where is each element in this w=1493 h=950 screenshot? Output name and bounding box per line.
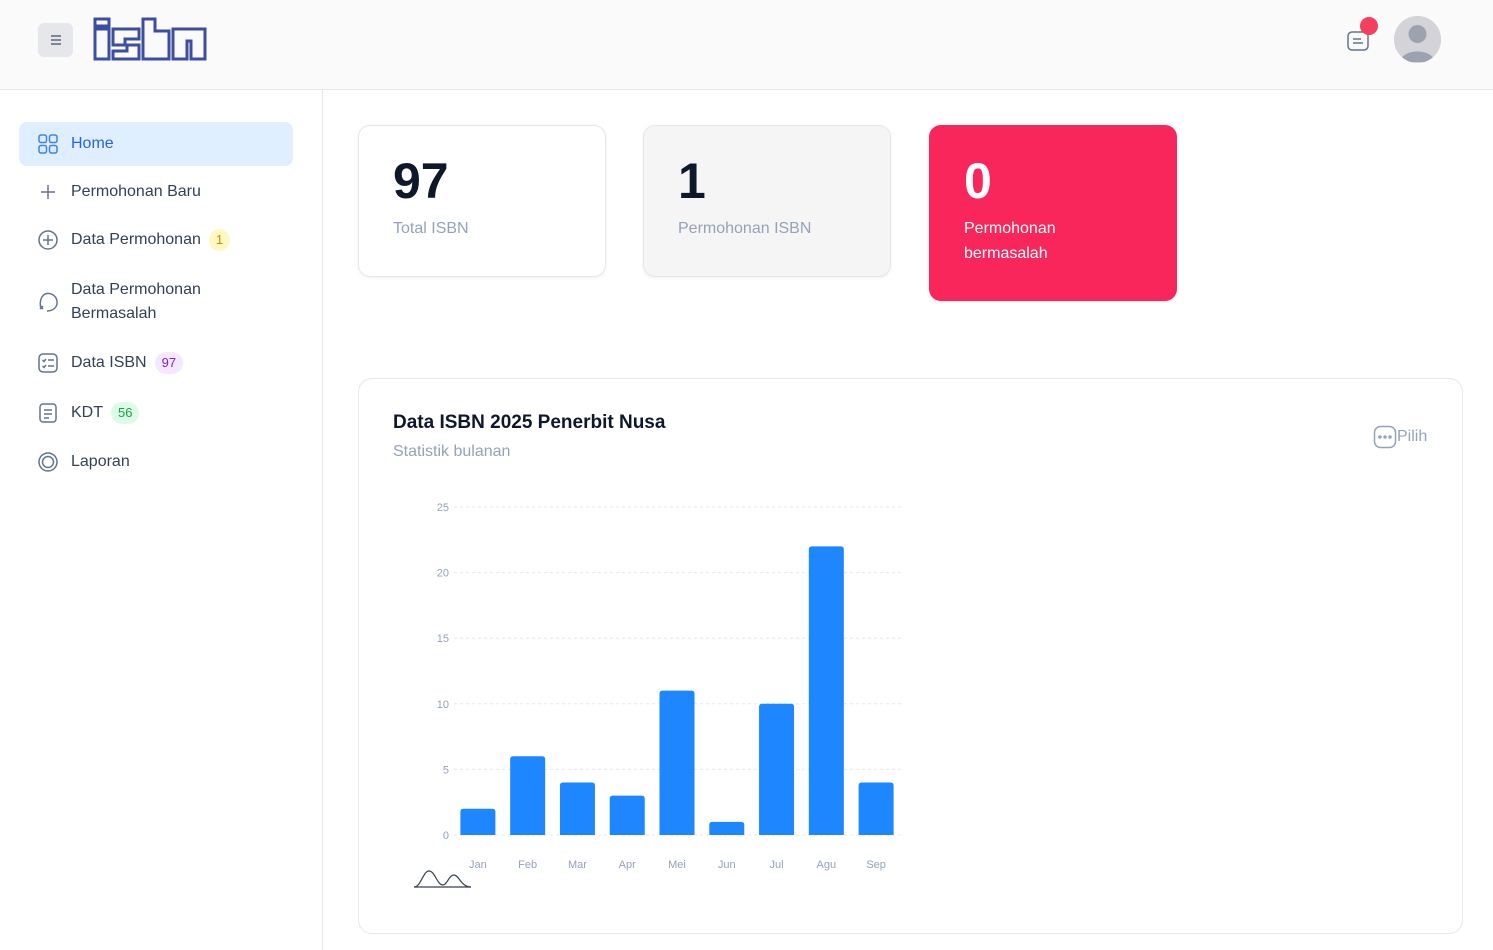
bar [759,703,795,835]
sidebar-item-label: Permohonan Baru [71,183,201,200]
x-tick-label: Mar [568,859,587,871]
sidebar-item-label: KDT [71,404,103,421]
sidebar-item-label: Laporan [71,453,130,470]
x-tick-label: Jun [718,859,736,871]
bar [858,782,894,835]
x-tick-label: Feb [518,859,537,871]
y-tick-label: 15 [437,633,449,645]
avatar[interactable] [1394,16,1441,63]
stat-label: Total ISBN [393,220,469,237]
grid-icon [37,133,59,155]
sidebar-item-label: Data Permohonan Bermasalah [71,281,201,322]
chart-panel: Data ISBN 2025 Penerbit Nusa Statistik b… [358,378,1463,934]
isbn-logo[interactable]: isbn [93,17,208,61]
bar [559,782,595,835]
count-badge: 97 [154,352,184,374]
bar-chart: 0 5 10 15 20 25 Jan Feb Mar Apr Mei Jun Jul Agu Sep [413,502,902,888]
y-tick-label: 5 [443,764,449,776]
stat-value: 0 [964,153,992,209]
sidebar-item-laporan[interactable]: Laporan [19,440,293,484]
stat-value: 1 [678,153,706,209]
sidebar-item-label: Data ISBN [71,354,147,371]
count-badge: 56 [111,402,140,424]
plus-icon [37,181,59,203]
user-icon [1394,16,1441,63]
y-tick-label: 10 [437,699,449,711]
stat-label: Permohonan bermasalah [964,220,1056,262]
x-tick-label: Agu [817,859,837,871]
menu-toggle-button[interactable] [38,23,73,57]
plus-circle-icon [37,229,59,251]
sidebar-item-permohonan-baru[interactable]: Permohonan Baru [19,170,293,214]
sidebar-item-label: Data Permohonan [71,231,201,248]
sidebar-item-data-permohonan-bermasalah[interactable]: Data Permohonan Bermasalah [19,276,293,328]
top-header: isbn [0,0,1493,90]
list-icon [37,352,59,374]
wave-icon [413,870,472,888]
x-tick-label: Jan [469,859,487,871]
bar [460,808,496,835]
x-tick-label: Jul [770,859,784,871]
sidebar-item-data-isbn[interactable]: Data ISBN 97 [19,341,293,385]
sidebar: Home Permohonan Baru Data Permohonan 1 D… [0,90,323,950]
x-tick-label: Sep [866,859,886,871]
stat-value: 97 [393,153,449,209]
stat-card-permohonan-isbn[interactable]: 1 Permohonan ISBN [643,125,891,277]
count-badge: 1 [208,229,231,251]
bar [659,690,695,835]
bar [709,821,745,835]
x-tick-label: Mei [668,859,686,871]
document-icon [37,402,59,424]
error-file-icon [37,291,59,313]
y-tick-label: 25 [437,502,449,514]
y-tick-label: 0 [443,830,449,842]
notification-dot [1360,17,1378,35]
stat-label: Permohonan ISBN [678,220,812,237]
report-icon [37,451,59,473]
bar [609,795,645,835]
bar [808,546,844,835]
menu-icon [50,35,61,45]
stat-card-permohonan-bermasalah[interactable]: 0 Permohonan bermasalah [929,125,1177,301]
stat-card-total-isbn[interactable]: 97 Total ISBN [358,125,606,277]
bar [510,756,546,835]
x-tick-label: Apr [619,859,636,871]
sidebar-item-label: Home [71,135,114,152]
sidebar-item-data-permohonan[interactable]: Data Permohonan 1 [19,218,293,262]
y-tick-label: 20 [437,568,449,580]
sidebar-item-kdt[interactable]: KDT 56 [19,391,293,435]
sidebar-item-home[interactable]: Home [19,122,293,166]
